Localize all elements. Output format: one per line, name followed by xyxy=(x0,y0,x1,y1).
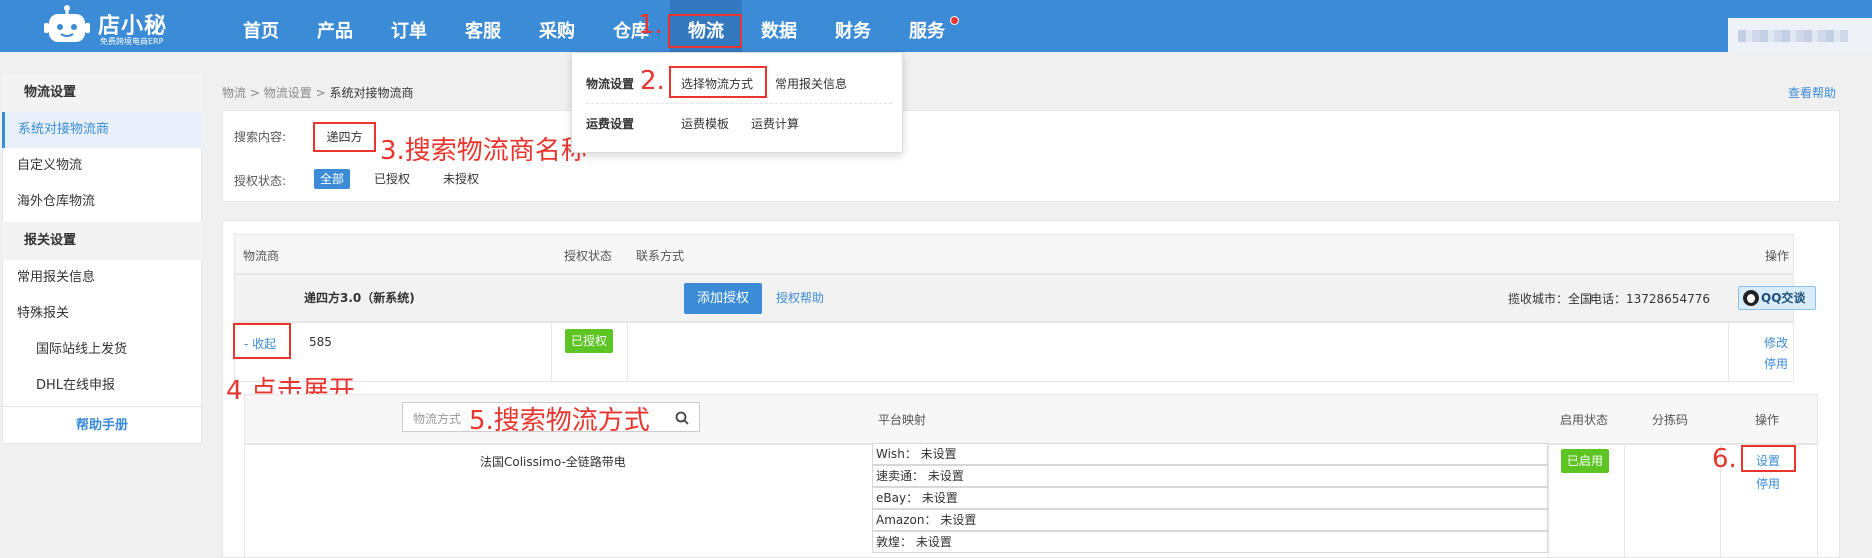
method-disable-link[interactable]: 停用 xyxy=(1756,475,1780,492)
qq-chat-button[interactable]: QQ交谈 xyxy=(1738,286,1816,310)
annotation-step-3: 3.搜索物流商名称 xyxy=(380,136,587,166)
brand-tagline: 免费跨境电商ERP xyxy=(100,37,164,46)
sidebar-item-custom-logistics[interactable]: 自定义物流 xyxy=(2,148,202,184)
annotation-step-2: 2. xyxy=(640,66,665,96)
nav-finance[interactable]: 财务 xyxy=(818,0,888,52)
qq-penguin-icon xyxy=(1743,290,1759,306)
keyword-input[interactable]: 递四方 xyxy=(313,122,376,152)
add-auth-button[interactable]: 添加授权 xyxy=(684,283,762,314)
breadcrumb-current: 系统对接物流商 xyxy=(329,86,414,100)
th-contact: 联系方式 xyxy=(636,249,685,263)
nav-data[interactable]: 数据 xyxy=(744,0,814,52)
sidebar-help-link[interactable]: 帮助手册 xyxy=(2,406,202,444)
status-filter-unauthorized[interactable]: 未授权 xyxy=(437,169,485,189)
th-carrier: 物流商 xyxy=(243,249,280,263)
dropdown-group-logistics-settings: 物流设置 xyxy=(586,77,635,91)
dropdown-select-logistics-method[interactable]: 选择物流方式 xyxy=(681,75,753,92)
robot-logo-icon xyxy=(44,5,90,42)
carrier-data-row xyxy=(234,322,1794,382)
nav-products[interactable]: 产品 xyxy=(300,0,370,52)
edit-link[interactable]: 修改 xyxy=(1764,334,1788,351)
notification-dot xyxy=(950,16,959,25)
sidebar-item-intl-shipping[interactable]: 国际站线上发货 xyxy=(2,332,202,368)
col-divider xyxy=(1624,444,1625,558)
th-auth-status: 授权状态 xyxy=(564,249,613,263)
breadcrumb: 物流 > 物流设置 > 系统对接物流商 xyxy=(222,86,414,100)
disable-link[interactable]: 停用 xyxy=(1764,355,1788,372)
status-label: 授权状态: xyxy=(234,174,287,188)
method-search-placeholder: 物流方式 xyxy=(413,412,462,426)
sidebar-item-dhl-declare[interactable]: DHL在线申报 xyxy=(2,368,202,404)
enabled-status-badge: 已启用 xyxy=(1561,449,1609,473)
user-account[interactable] xyxy=(1728,18,1872,52)
mapping-amazon: Amazon： 未设置 xyxy=(872,509,1548,531)
method-settings-link[interactable]: 设置 xyxy=(1756,452,1780,469)
view-help-link[interactable]: 查看帮助 xyxy=(1788,84,1836,101)
mapping-dhgate: 敦煌： 未设置 xyxy=(872,531,1548,553)
nav-home[interactable]: 首页 xyxy=(226,0,296,52)
qq-chat-label: QQ交谈 xyxy=(1761,291,1806,305)
sidebar-item-overseas-warehouse[interactable]: 海外仓库物流 xyxy=(2,184,202,220)
mapping-wish: Wish： 未设置 xyxy=(872,443,1548,465)
th-sort-code: 分拣码 xyxy=(1652,413,1689,427)
carrier-name: 递四方3.0（新系统) xyxy=(304,291,415,305)
sidebar-section-logistics: 物流设置 xyxy=(2,74,202,112)
col-divider xyxy=(1728,322,1729,382)
collapse-toggle[interactable]: - 收起 xyxy=(244,335,276,352)
auth-status-badge: 已授权 xyxy=(565,329,613,353)
keyword-label: 搜索内容: xyxy=(234,130,287,144)
dropdown-freight-calc[interactable]: 运费计算 xyxy=(751,115,799,132)
nav-service[interactable]: 客服 xyxy=(448,0,518,52)
annotation-step-6: 6. xyxy=(1712,444,1737,474)
dropdown-group-freight-settings: 运费设置 xyxy=(586,117,635,131)
carrier-account-id: 585 xyxy=(309,335,332,349)
sidebar-section-customs: 报关设置 xyxy=(2,222,202,260)
col-divider xyxy=(1548,444,1549,558)
annotation-step-1: 1. xyxy=(638,10,663,40)
mapping-ebay: eBay： 未设置 xyxy=(872,487,1548,509)
col-divider xyxy=(551,322,552,382)
breadcrumb-logistics-settings[interactable]: 物流设置 xyxy=(264,86,312,100)
dropdown-divider xyxy=(586,103,892,104)
th-operations: 操作 xyxy=(1765,249,1790,263)
search-icon[interactable] xyxy=(675,411,689,425)
nav-services[interactable]: 服务 xyxy=(892,0,962,52)
mapping-aliexpress: 速卖通： 未设置 xyxy=(872,465,1548,487)
blurred-username xyxy=(1738,30,1848,42)
annotation-step-5: 5.搜索物流方式 xyxy=(469,406,650,436)
sidebar-item-special-customs[interactable]: 特殊报关 xyxy=(2,296,202,332)
brand-logo[interactable]: 店小秘 免费跨境电商ERP xyxy=(44,4,174,48)
carrier-phone: 电话：13728654776 xyxy=(1590,292,1710,306)
auth-help-link[interactable]: 授权帮助 xyxy=(776,289,824,306)
col-divider xyxy=(627,322,628,382)
th-platform-mapping: 平台映射 xyxy=(878,413,927,427)
nav-purchase[interactable]: 采购 xyxy=(522,0,592,52)
pickup-city: 揽收城市：全国 xyxy=(1508,292,1593,306)
dropdown-customs-info[interactable]: 常用报关信息 xyxy=(775,75,847,92)
breadcrumb-logistics[interactable]: 物流 xyxy=(222,86,246,100)
carrier-table-header xyxy=(234,234,1794,274)
th-enable-status: 启用状态 xyxy=(1560,413,1609,427)
sidebar-item-system-carriers[interactable]: 系统对接物流商 xyxy=(2,112,202,148)
sidebar-item-customs-info[interactable]: 常用报关信息 xyxy=(2,260,202,296)
nav-orders[interactable]: 订单 xyxy=(374,0,444,52)
status-filter-all[interactable]: 全部 xyxy=(314,169,351,189)
status-filter-authorized[interactable]: 已授权 xyxy=(368,169,416,189)
method-name: 法国Colissimo-全链路带电 xyxy=(480,455,626,469)
annotation-box-1 xyxy=(668,14,742,48)
th-method-ops: 操作 xyxy=(1755,413,1780,427)
dropdown-freight-template[interactable]: 运费模板 xyxy=(681,115,729,132)
